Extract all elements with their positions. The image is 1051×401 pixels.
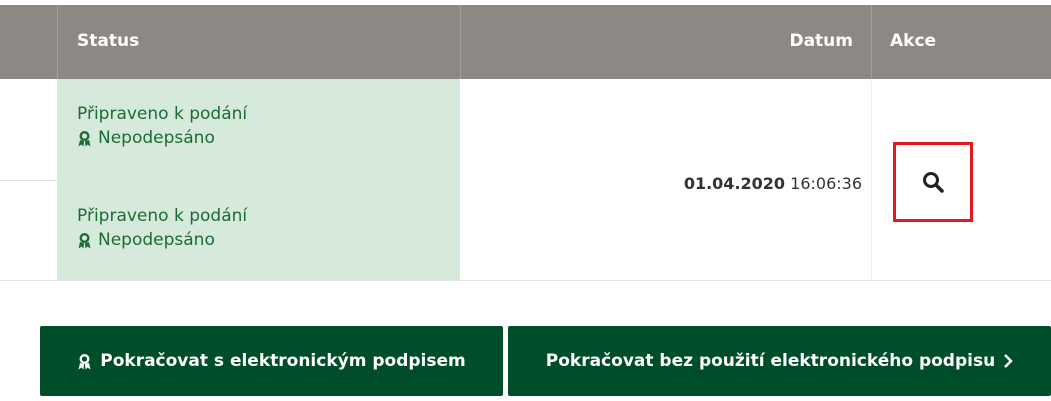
column-divider xyxy=(871,79,872,281)
award-icon xyxy=(78,232,91,248)
header-separator xyxy=(57,5,58,79)
column-header-datum[interactable]: Datum xyxy=(789,31,853,51)
signature-status: Nepodepsáno xyxy=(77,126,247,150)
header-separator xyxy=(871,5,872,79)
button-label: Pokračovat s elektronickým podpisem xyxy=(100,351,466,371)
status-text: Připraveno k podání xyxy=(77,104,248,124)
signature-text: Nepodepsáno xyxy=(98,128,215,148)
status-item: Připraveno k podání Nepodepsáno xyxy=(77,102,247,150)
continue-without-signature-button[interactable]: Pokračovat bez použití elektronického po… xyxy=(508,326,1051,396)
header-top-border xyxy=(0,0,1051,5)
button-label: Pokračovat bez použití elektronického po… xyxy=(545,351,996,371)
row-divider xyxy=(0,180,58,181)
chevron-right-icon xyxy=(1004,354,1013,368)
header-separator xyxy=(460,5,461,79)
column-header-akce: Akce xyxy=(890,31,937,51)
table-bottom-border xyxy=(0,280,1051,281)
time-value: 16:06:36 xyxy=(790,174,862,193)
status-text: Připraveno k podání xyxy=(77,206,248,226)
award-icon xyxy=(78,353,91,369)
date-value: 01.04.2020 xyxy=(683,174,786,193)
signature-status: Nepodepsáno xyxy=(77,228,247,252)
date-cell: 01.04.2020 16:06:36 xyxy=(684,174,862,193)
column-header-status[interactable]: Status xyxy=(77,31,139,51)
status-item: Připraveno k podání Nepodepsáno xyxy=(77,204,247,252)
award-icon xyxy=(78,130,91,146)
search-icon[interactable] xyxy=(921,170,945,194)
table-header: Status Datum Akce xyxy=(0,0,1051,79)
continue-with-signature-button[interactable]: Pokračovat s elektronickým podpisem xyxy=(40,326,503,396)
signature-text: Nepodepsáno xyxy=(98,230,215,250)
action-cell-highlight xyxy=(893,142,973,222)
